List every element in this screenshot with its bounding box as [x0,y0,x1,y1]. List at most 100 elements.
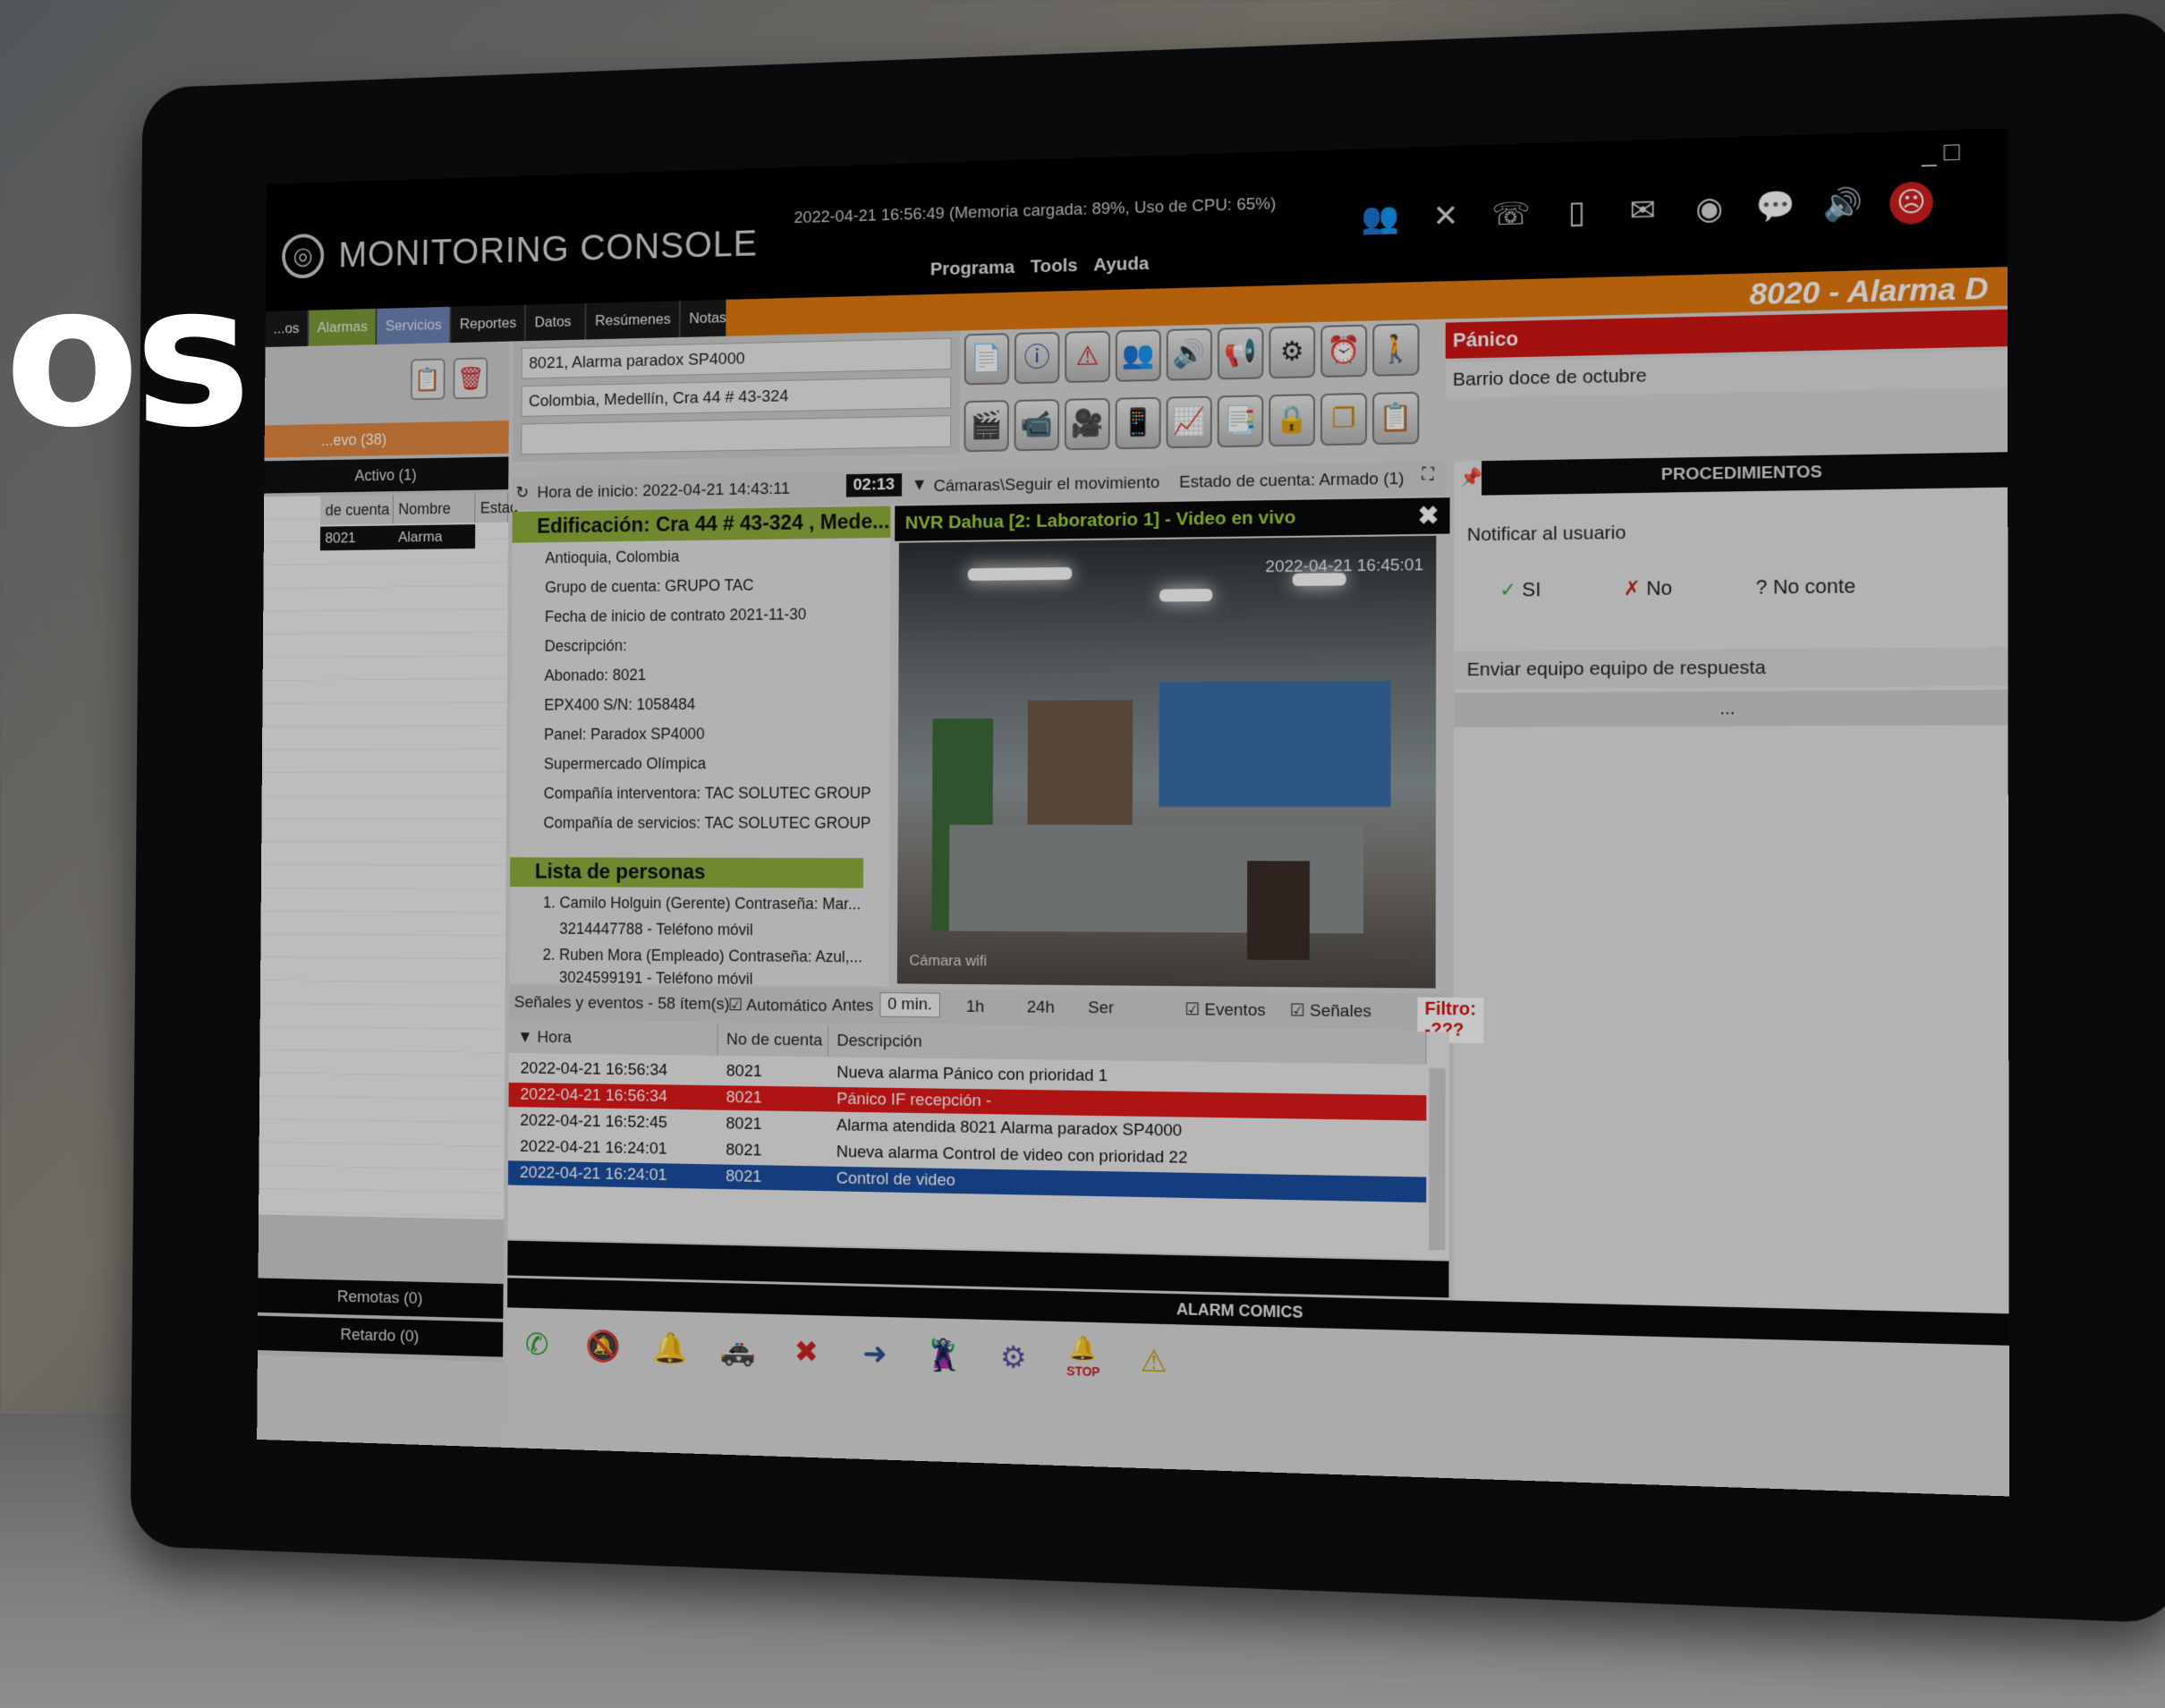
gear-box-icon[interactable]: ⚙ [990,1334,1036,1381]
contacts-icon[interactable]: 👥 [1115,329,1161,382]
phone-icon[interactable]: ✆ [515,1321,559,1368]
col-account[interactable]: de cuenta [320,494,394,525]
account-extra-field[interactable] [521,415,952,455]
mute-icon[interactable]: ✕ [1425,195,1467,238]
refresh-icon[interactable]: ↻ [515,483,529,503]
x-icon: ✗ [1623,576,1647,600]
range-1h[interactable]: 1h [966,998,985,1017]
video-timestamp: 2022-04-21 16:45:01 [1265,556,1424,577]
eventos-checkbox[interactable]: ☑ Eventos [1184,999,1265,1021]
table-scrollbar[interactable] [1429,1067,1446,1251]
menu-ayuda[interactable]: Ayuda [1093,253,1149,276]
video-icon[interactable]: 🎬 [964,400,1009,453]
col-hora[interactable]: ▼ Hora [508,1022,718,1056]
tab-datos-de-cuenta[interactable]: Datos de cuenta [526,302,587,403]
queue-activo[interactable]: Activo (1) [264,456,509,494]
tab-reportes[interactable]: Reportes [451,304,527,344]
copy-icon[interactable]: ❐ [1320,392,1368,446]
procedure-step-notify: Notificar al usuario [1466,522,1626,546]
phone-call-icon[interactable]: ☏ [1490,193,1532,236]
chat-icon[interactable]: 💬 [1754,185,1797,228]
bell-off-icon[interactable]: 🔕 [582,1323,625,1370]
walking-person-icon[interactable]: 🚶 [1372,323,1420,377]
col-cuenta[interactable]: No de cuenta [717,1024,828,1058]
expand-icon[interactable]: ⛶ [1422,465,1433,485]
auto-checkbox[interactable]: ☑ Automático [728,995,828,1016]
caution-icon[interactable]: ⚠ [1131,1338,1177,1386]
stop-alarm-icon[interactable]: 🔔 STOP [1060,1334,1106,1383]
answer-no[interactable]: ✗ No [1624,576,1672,600]
siren-icon[interactable]: 📢 [1217,327,1264,380]
camera-path[interactable]: Cámaras\Seguir el movimiento [934,473,1160,497]
queue-nuevo[interactable]: ...evo (38) [264,421,509,458]
notes-icon[interactable]: 📄 [964,333,1010,386]
minutes-input[interactable]: 0 min. [879,992,940,1018]
clipboard-icon[interactable]: 📋 [410,358,446,401]
tree-line: Supermercado Olímpica [543,754,707,773]
bell-check-icon[interactable]: 🔔 [649,1325,692,1372]
trash-icon[interactable]: 🗑 [453,357,488,400]
car-icon[interactable]: 🚓 [717,1327,761,1373]
sms-icon[interactable]: ▯ [1556,191,1598,234]
remote-icon[interactable]: 📱 [1115,396,1161,450]
ceiling-lamp [1159,589,1213,602]
col-descripcion[interactable]: Descripción [828,1024,1427,1065]
dropdown-icon[interactable]: ▼ [912,476,928,496]
answer-yes[interactable]: ✓ SI [1499,578,1541,602]
overlay-word: os [4,242,251,471]
clipboard-list-icon[interactable]: 📋 [1372,391,1420,446]
tab-servicios[interactable]: Servicios [377,306,452,345]
live-video-feed[interactable]: 2022-04-21 16:45:01 Cámara wifi [896,535,1437,989]
col-name[interactable]: Nombre [393,493,476,524]
col-state[interactable]: Estad [475,492,518,523]
person-entry[interactable]: 1. Camilo Holguin (Gerente) Contraseña: … [543,894,861,913]
elapsed-timer: 02:13 [845,473,902,497]
queue-remotas[interactable]: Remotas (0) [258,1278,504,1319]
pin-icon[interactable]: 📌 [1460,466,1482,489]
alarm-header-title: 8020 - Alarma D [1749,270,1989,312]
sad-face-icon[interactable]: ☹ [1889,181,1933,225]
procedure-more-button[interactable]: ... [1454,689,2008,727]
owl-icon[interactable]: ◉ [1688,187,1731,230]
answer-unknown[interactable]: ? No conte [1756,574,1856,599]
alarm-clock-icon[interactable]: ⏰ [1320,324,1368,378]
system-status: 2022-04-21 16:56:49 (Memoria cargada: 89… [794,194,1277,228]
check-icon: ✓ [1499,578,1523,601]
warning-icon[interactable]: ⚠ [1065,330,1111,384]
window-controls[interactable]: _ □ [1922,137,1960,167]
alarm-location: Barrio doce de octubre [1445,350,2008,399]
speaker-icon[interactable]: 🔊 [1822,183,1865,227]
tab-resumenes[interactable]: Resúmenes [586,301,682,340]
tab-alarmas[interactable]: Alarmas [309,308,378,346]
account-state: Estado de cuenta: Armado (1) [1179,469,1405,492]
menu-programa[interactable]: Programa [930,257,1015,280]
tree-line: Compañía de servicios: TAC SOLUTEC GROUP [543,813,871,832]
users-icon[interactable]: 👥 [1360,197,1401,239]
persons-header[interactable]: Lista de personas [510,857,864,888]
tab-partial[interactable]: ...os [265,310,310,348]
account-name-field[interactable]: 8021, Alarma paradox SP4000 [521,337,952,379]
arrow-right-icon[interactable]: ➜ [853,1330,897,1378]
tree-building-header[interactable]: Edificación: Cra 44 # 43-324 , Mede... [512,506,891,543]
camera-group-icon[interactable]: 📹 [1014,398,1060,452]
info-icon[interactable]: ⓘ [1014,331,1060,385]
queue-retardo[interactable]: Retardo (0) [257,1315,504,1357]
thief-icon[interactable]: 🦹 [921,1332,967,1380]
range-24h[interactable]: 24h [1027,998,1055,1018]
report-icon[interactable]: 📑 [1217,395,1264,448]
person-entry[interactable]: 2. Ruben Mora (Empleado) Contraseña: Azu… [543,946,862,966]
account-address-field[interactable]: Colombia, Medellín, Cra 44 # 43-324 [521,376,952,417]
settings-icon[interactable]: ⚙ [1269,326,1316,379]
menu-tools[interactable]: Tools [1031,255,1078,277]
row-name[interactable]: Alarma paradox [393,524,476,569]
sound-icon[interactable]: 🔊 [1166,327,1213,381]
senales-checkbox[interactable]: ☑ Señales [1290,1000,1371,1022]
email-icon[interactable]: ✉ [1622,189,1664,232]
close-video-icon[interactable]: ✖ [1418,497,1439,534]
lock-icon[interactable]: 🔒 [1269,394,1316,447]
cancel-response-icon[interactable]: ✖ [784,1329,828,1376]
camera-user-icon[interactable]: 🎥 [1064,397,1110,451]
row-account[interactable]: 8021 [319,525,394,551]
range-ser[interactable]: Ser [1088,998,1114,1018]
chart-icon[interactable]: 📈 [1166,395,1212,449]
